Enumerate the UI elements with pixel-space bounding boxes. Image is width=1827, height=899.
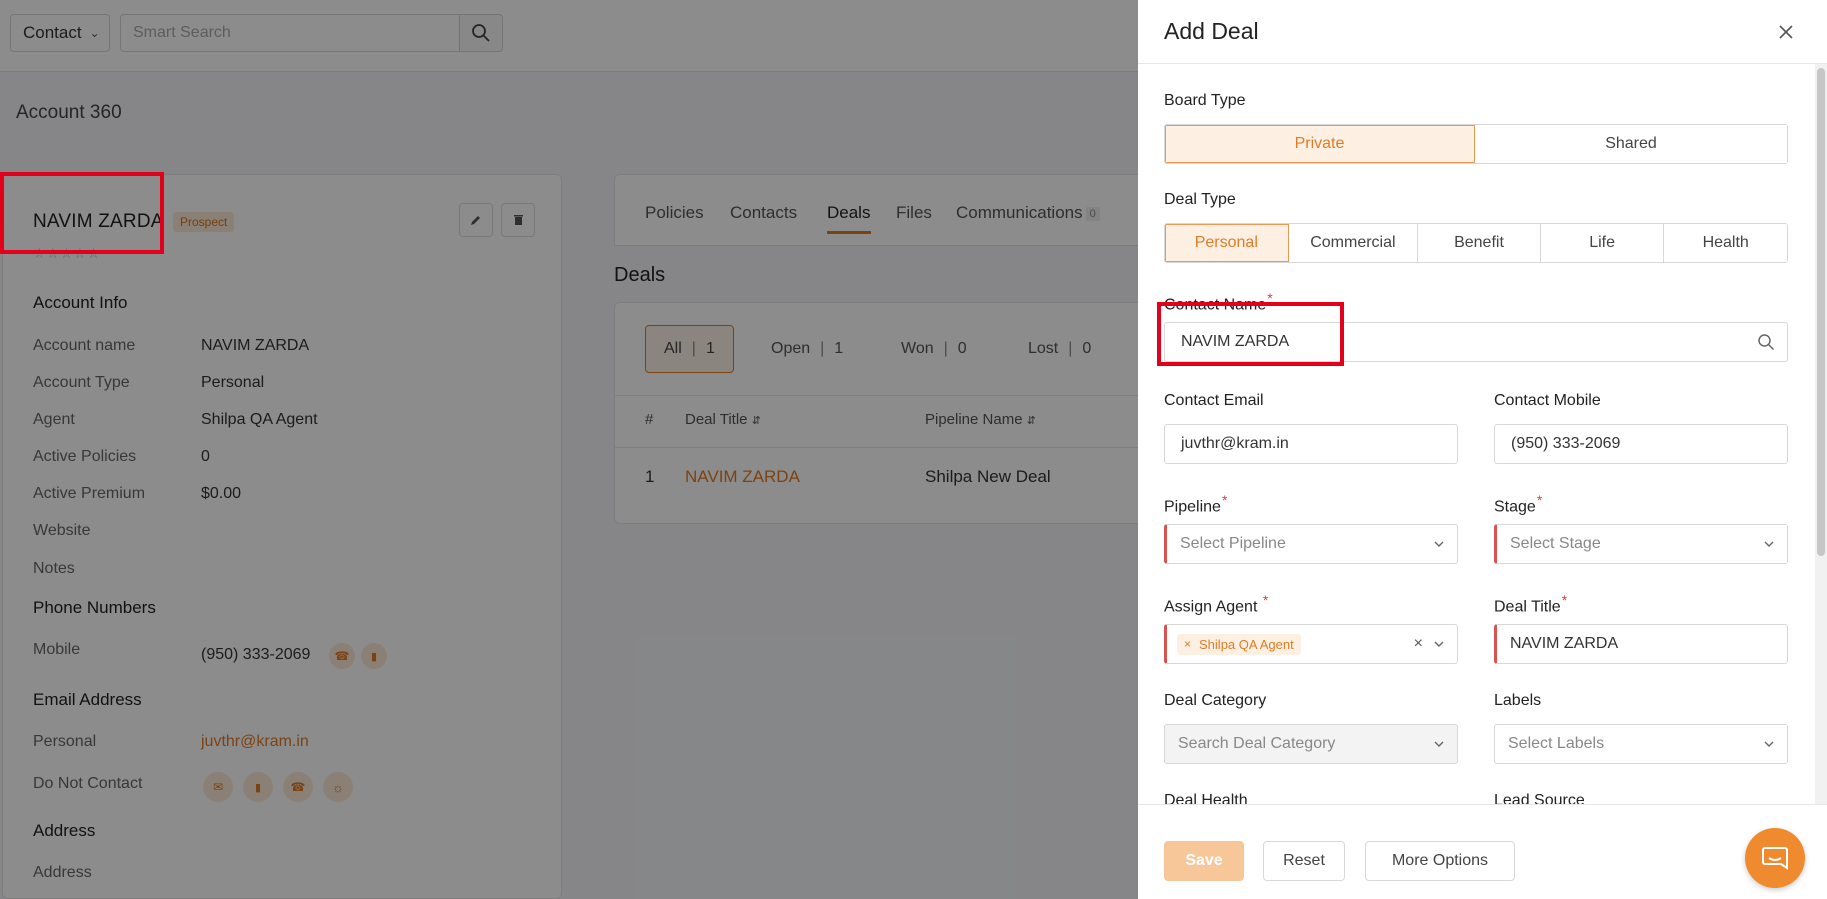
assign-agent-label: Assign Agent * [1164,592,1268,616]
board-type-private[interactable]: Private [1165,125,1475,163]
required-mark: * [1536,492,1543,508]
clear-icon[interactable]: × [1414,635,1423,653]
highlight-box-contact-name [1157,302,1344,366]
deal-category-select[interactable]: Search Deal Category [1164,724,1458,764]
contact-mobile-input[interactable]: (950) 333-2069 [1494,424,1788,464]
stage-placeholder: Select Stage [1510,535,1601,552]
stage-label: Stage* [1494,492,1542,516]
deal-title-label-text: Deal Title [1494,598,1561,616]
remove-chip-icon[interactable]: × [1184,637,1191,651]
close-drawer-button[interactable] [1774,20,1798,44]
chevron-down-icon [1433,540,1445,548]
labels-label: Labels [1494,692,1542,709]
add-deal-drawer: Add Deal Board Type Private Shared Deal … [1138,0,1827,899]
pipeline-placeholder: Select Pipeline [1180,535,1286,552]
lead-source-label: Lead Source [1494,792,1585,804]
deal-health-label: Deal Health [1164,792,1248,804]
chat-launcher-button[interactable] [1745,828,1805,888]
deal-type-health[interactable]: Health [1664,224,1787,262]
more-options-button[interactable]: More Options [1365,841,1515,881]
board-type-label: Board Type [1164,92,1246,109]
agent-chip-label: Shilpa QA Agent [1199,636,1294,652]
deal-type-personal[interactable]: Personal [1165,224,1289,262]
labels-select[interactable]: Select Labels [1494,724,1788,764]
chevron-down-icon [1434,641,1444,647]
pipeline-label-text: Pipeline [1164,498,1221,516]
deal-title-label: Deal Title* [1494,592,1567,616]
deal-type-label: Deal Type [1164,191,1236,208]
deal-type-life[interactable]: Life [1540,224,1665,262]
required-mark: * [1221,492,1228,508]
search-icon[interactable] [1757,333,1775,351]
scroll-thumb[interactable] [1817,68,1825,556]
required-mark: * [1561,592,1568,608]
contact-email-input[interactable]: juvthr@kram.in [1164,424,1458,464]
deal-type-benefit[interactable]: Benefit [1418,224,1541,262]
board-type-shared[interactable]: Shared [1475,125,1787,163]
deal-category-label: Deal Category [1164,692,1267,709]
deal-type-selector: Personal Commercial Benefit Life Health [1164,223,1788,263]
agent-select-controls: × [1414,635,1445,653]
deal-category-placeholder: Search Deal Category [1178,735,1336,752]
drawer-title: Add Deal [1164,18,1259,44]
contact-email-label: Contact Email [1164,392,1264,409]
drawer-footer: Save Reset More Options [1138,804,1827,899]
agent-chip[interactable]: × Shilpa QA Agent [1177,633,1301,655]
pipeline-label: Pipeline* [1164,492,1227,516]
deal-type-commercial[interactable]: Commercial [1288,224,1419,262]
pipeline-select[interactable]: Select Pipeline [1164,524,1458,564]
drawer-body: Board Type Private Shared Deal Type Pers… [1138,64,1827,804]
chat-icon [1762,847,1788,870]
reset-button[interactable]: Reset [1263,841,1345,881]
deal-title-value: NAVIM ZARDA [1510,635,1619,652]
deal-title-input[interactable]: NAVIM ZARDA [1494,624,1788,664]
chevron-down-icon [1433,740,1445,748]
stage-select[interactable]: Select Stage [1494,524,1788,564]
drawer-header: Add Deal [1138,0,1827,64]
board-type-selector: Private Shared [1164,124,1788,164]
contact-email-value: juvthr@kram.in [1181,435,1289,452]
labels-placeholder: Select Labels [1508,735,1605,752]
stage-label-text: Stage [1494,498,1536,516]
save-button[interactable]: Save [1164,841,1244,881]
chevron-down-icon [1763,540,1775,548]
highlight-box-account-name [0,172,164,254]
assign-agent-select[interactable]: × Shilpa QA Agent × [1164,624,1458,664]
close-icon [1779,25,1793,39]
drawer-scrollbar[interactable] [1815,64,1827,804]
contact-mobile-label: Contact Mobile [1494,392,1601,409]
assign-agent-label-text: Assign Agent [1164,598,1258,616]
chevron-down-icon [1763,740,1775,748]
contact-mobile-value: (950) 333-2069 [1511,435,1621,452]
required-mark: * [1262,592,1269,608]
